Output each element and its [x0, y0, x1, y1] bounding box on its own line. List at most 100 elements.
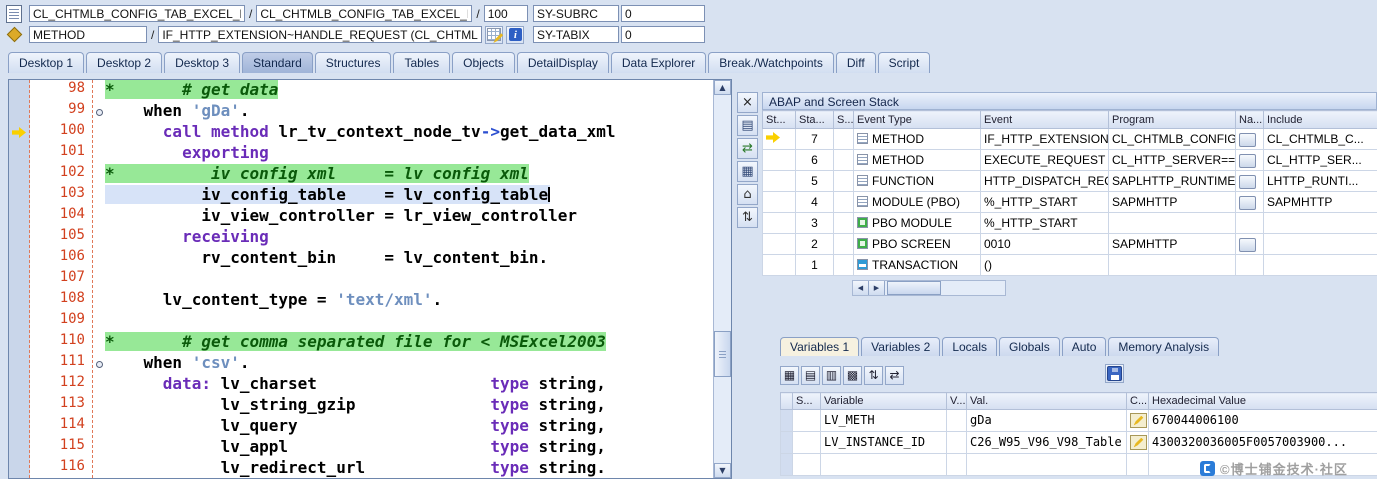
- stack-col-program[interactable]: Program: [1108, 110, 1236, 129]
- stack-row[interactable]: 6 METHODEXECUTE_REQUESTCL_HTTP_SERVER====…: [762, 149, 1377, 171]
- code-line[interactable]: lv_string_gzip type string,: [93, 395, 713, 416]
- breakpoint-gutter-cell[interactable]: [9, 101, 29, 122]
- variable-row[interactable]: LV_INSTANCE_ID C26_W95_V96_V98_Table 43003…: [780, 431, 1377, 454]
- var-col-val[interactable]: Val.: [966, 392, 1127, 410]
- code-line[interactable]: data: lv_charset type string,: [93, 374, 713, 395]
- breakpoint-gutter-cell[interactable]: [9, 122, 29, 143]
- row-selector[interactable]: [780, 409, 793, 432]
- var-col-hexadecimal-value[interactable]: Hexadecimal Value: [1148, 392, 1377, 410]
- scroll-up-icon[interactable]: ▲: [714, 80, 731, 95]
- hscroll-thumb[interactable]: [887, 281, 941, 295]
- scroll-thumb[interactable]: [714, 330, 731, 377]
- code-line[interactable]: lv_content_type = 'text/xml'.: [93, 290, 713, 311]
- line-number[interactable]: 101: [30, 143, 92, 164]
- breakpoint-gutter-cell[interactable]: [9, 185, 29, 206]
- tab-auto[interactable]: Auto: [1061, 337, 1107, 356]
- stack-include[interactable]: LHTTP_RUNTI...: [1263, 170, 1377, 192]
- var-col-c[interactable]: C...: [1126, 392, 1149, 410]
- line-number[interactable]: 112: [30, 374, 92, 395]
- stack-include[interactable]: CL_CHTMLB_C...: [1263, 128, 1377, 150]
- stack-col-event[interactable]: Event: [980, 110, 1109, 129]
- stack-row[interactable]: 2 PBO SCREEN 0010 SAPMHTTP: [762, 233, 1377, 255]
- table-change-icon[interactable]: ▥: [822, 365, 841, 385]
- var-col-s[interactable]: S...: [792, 392, 821, 410]
- stack-col-include[interactable]: Include: [1263, 110, 1377, 129]
- navigate-icon[interactable]: [1239, 174, 1256, 189]
- breakpoint-gutter-cell[interactable]: [9, 227, 29, 248]
- tab-script[interactable]: Script: [877, 52, 931, 73]
- code-line[interactable]: when 'gDa'.: [93, 101, 713, 122]
- line-number[interactable]: 114: [30, 416, 92, 437]
- save-icon[interactable]: [1105, 364, 1124, 383]
- line-number[interactable]: 99: [30, 101, 92, 122]
- include-field[interactable]: [256, 5, 473, 22]
- close-editor-icon[interactable]: ×: [737, 92, 758, 113]
- tab-desktop-1[interactable]: Desktop 1: [8, 52, 85, 73]
- breakpoint-gutter-cell[interactable]: [9, 269, 29, 290]
- line-number[interactable]: 116: [30, 458, 92, 478]
- stack-event[interactable]: EXECUTE_REQUEST: [980, 149, 1109, 171]
- line-number[interactable]: 108: [30, 290, 92, 311]
- home-icon[interactable]: ⌂: [737, 184, 758, 205]
- sy-tabix-value[interactable]: [621, 26, 705, 43]
- line-number[interactable]: 100: [30, 122, 92, 143]
- line-number[interactable]: 111: [30, 353, 92, 374]
- code-line[interactable]: [93, 311, 713, 332]
- scroll-right-icon[interactable]: ▶: [869, 281, 885, 295]
- column-layout-icon[interactable]: ▩: [843, 365, 862, 385]
- line-number[interactable]: 109: [30, 311, 92, 332]
- line-number-gutter[interactable]: 98 99 100 101 102 103 104 105 106 107 108 109 110 111…: [30, 80, 93, 478]
- scroll-down-icon[interactable]: ▼: [714, 463, 731, 478]
- event-name-field[interactable]: [158, 26, 483, 43]
- table-create-icon[interactable]: ▦: [780, 365, 799, 385]
- code-line[interactable]: iv_config_table = lv_config_table: [93, 185, 713, 206]
- code-line[interactable]: lv_redirect_url type string.: [93, 458, 713, 478]
- line-number[interactable]: 110: [30, 332, 92, 353]
- code-line[interactable]: * # get comma separated file for < MSExc…: [93, 332, 713, 353]
- code-line[interactable]: call method lr_tv_context_node_tv->get_d…: [93, 122, 713, 143]
- stack-program[interactable]: SAPLHTTP_RUNTIME: [1108, 170, 1236, 192]
- change-value-button[interactable]: [1130, 413, 1147, 428]
- tab-desktop-3[interactable]: Desktop 3: [164, 52, 241, 73]
- code-line[interactable]: lv_query type string,: [93, 416, 713, 437]
- breakpoint-gutter-cell[interactable]: [9, 248, 29, 269]
- stack-include[interactable]: CL_HTTP_SER...: [1263, 149, 1377, 171]
- tab-variables-1[interactable]: Variables 1: [780, 337, 860, 356]
- services-icon[interactable]: ⇅: [737, 207, 758, 228]
- sort-icon[interactable]: ⇅: [864, 365, 883, 385]
- var-col-v[interactable]: V...: [946, 392, 967, 410]
- stack-col-sta[interactable]: Sta...: [795, 110, 834, 129]
- tab-objects[interactable]: Objects: [452, 52, 515, 73]
- tab-globals[interactable]: Globals: [999, 337, 1060, 356]
- code-line[interactable]: rv_content_bin = lv_content_bin.: [93, 248, 713, 269]
- line-number[interactable]: 106: [30, 248, 92, 269]
- table-delete-icon[interactable]: ▤: [801, 365, 820, 385]
- stack-col-na[interactable]: Na...: [1235, 110, 1264, 129]
- code-area[interactable]: * # get data when 'gDa'. call method lr_…: [93, 80, 713, 478]
- line-number-field[interactable]: [483, 5, 528, 22]
- scroll-left-icon[interactable]: ◀: [853, 281, 869, 295]
- stack-hscrollbar[interactable]: ◀ ▶: [852, 280, 1006, 296]
- stack-program[interactable]: CL_CHTMLB_CONFIG_TA...: [1108, 128, 1236, 150]
- display-grid-icon[interactable]: ▦: [737, 161, 758, 182]
- breakpoint-gutter-cell[interactable]: [9, 80, 29, 101]
- code-line[interactable]: [93, 269, 713, 290]
- navigate-icon[interactable]: [1239, 237, 1256, 252]
- stack-row[interactable]: 4 MODULE (PBO) %_HTTP_START SAPMHTTP SAPMHTT…: [762, 191, 1377, 213]
- sy-subrc-value[interactable]: [621, 5, 705, 22]
- tab-standard[interactable]: Standard: [242, 52, 313, 73]
- navigate-icon[interactable]: [1239, 132, 1256, 147]
- line-number[interactable]: 115: [30, 437, 92, 458]
- stack-event[interactable]: HTTP_DISPATCH_REQU...: [980, 170, 1109, 192]
- navigate-icon[interactable]: [1239, 195, 1256, 210]
- stack-row[interactable]: 5 FUNCTIONHTTP_DISPATCH_REQU...SAPLHTTP_R…: [762, 170, 1377, 192]
- variable-row[interactable]: LV_METH gDa 670044006100: [780, 409, 1377, 432]
- change-value-button[interactable]: [1130, 435, 1147, 450]
- row-selector[interactable]: [780, 453, 793, 476]
- line-number[interactable]: 98: [30, 80, 92, 101]
- breakpoint-gutter-cell[interactable]: [9, 374, 29, 395]
- breakpoint-gutter-cell[interactable]: [9, 458, 29, 478]
- tab-break-watchpoints[interactable]: Break./Watchpoints: [708, 52, 834, 73]
- tab-structures[interactable]: Structures: [314, 52, 392, 73]
- row-selector[interactable]: [780, 431, 793, 454]
